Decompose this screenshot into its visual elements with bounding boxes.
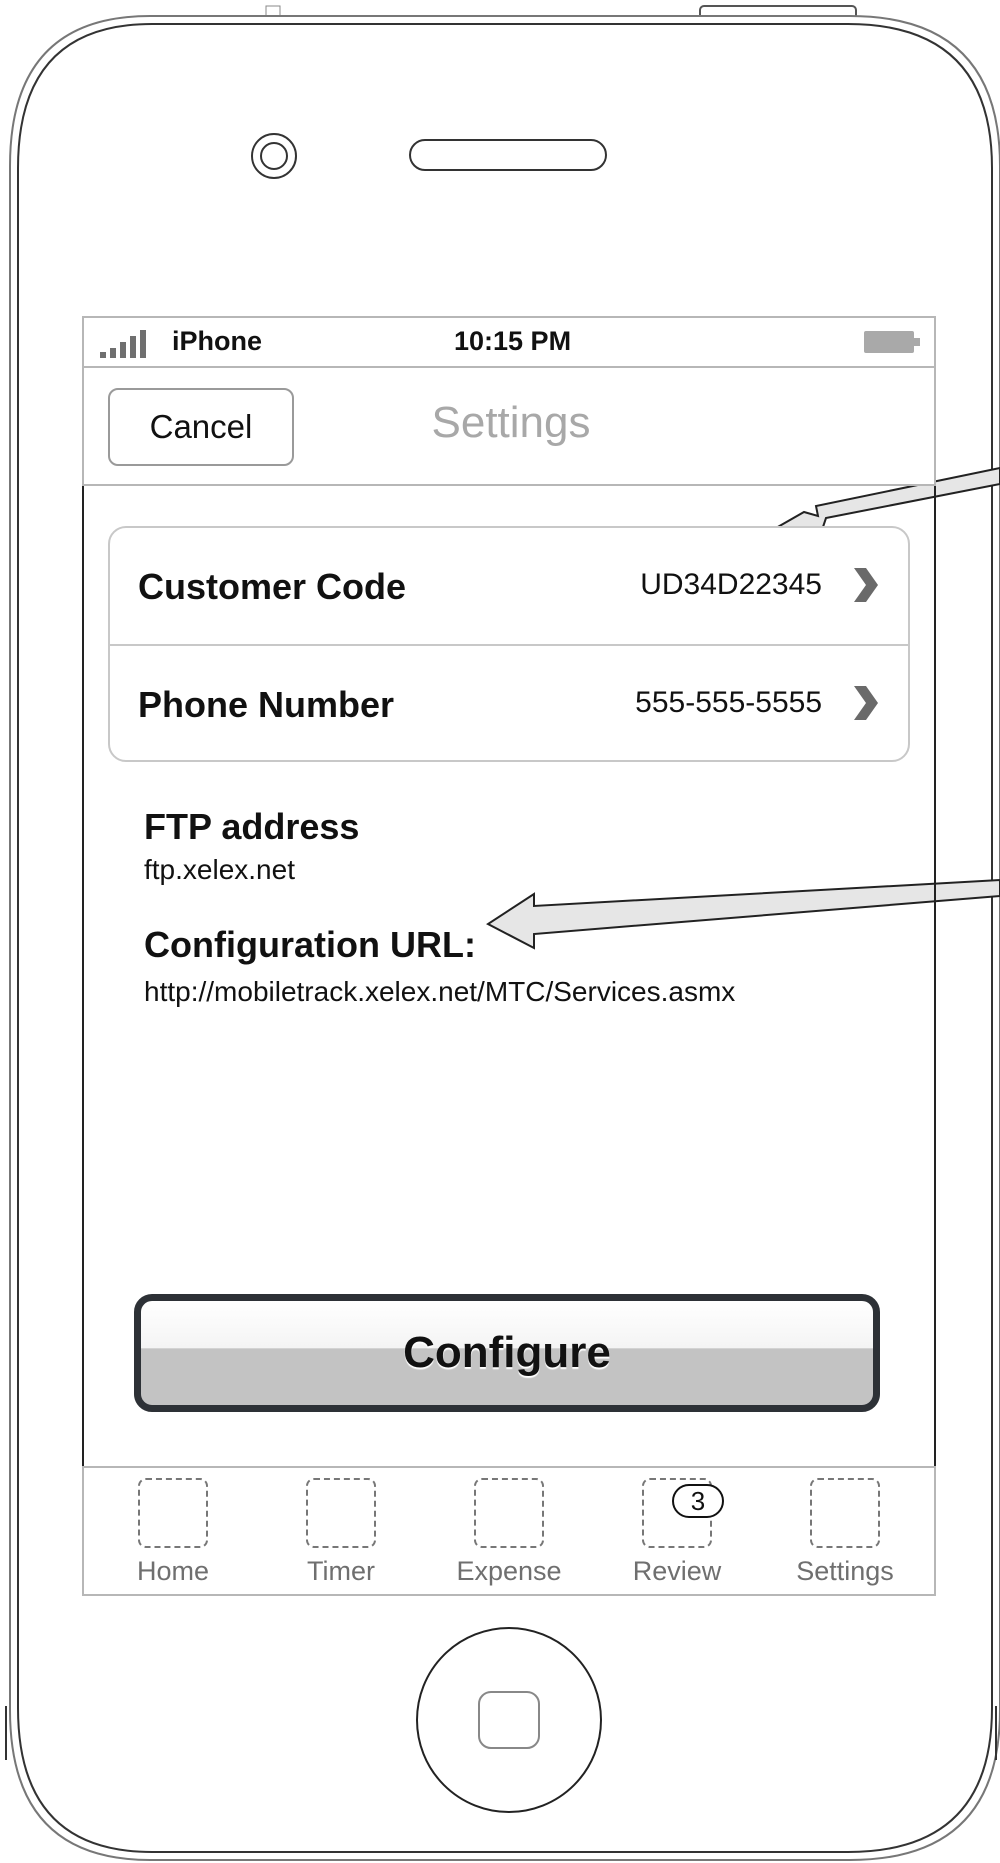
ftp-address-value: ftp.xelex.net — [144, 854, 295, 885]
navigation-bar: Cancel Settings — [82, 368, 936, 486]
row-label: Phone Number — [138, 684, 395, 725]
tab-label: Settings — [796, 1556, 894, 1586]
configuration-url-value: http://mobiletrack.xelex.net/MTC/Service… — [144, 976, 736, 1007]
review-badge: 3 — [672, 1484, 724, 1518]
tab-label: Review — [632, 1556, 722, 1586]
ftp-address-heading: FTP address — [144, 806, 360, 847]
carrier-name: iPhone — [172, 326, 263, 356]
chevron-right-icon — [854, 568, 878, 602]
speaker-grille — [409, 139, 607, 171]
tab-timer[interactable]: Timer — [252, 1468, 422, 1594]
tab-review[interactable]: 3 Review — [588, 1468, 758, 1594]
page-title: Settings — [431, 398, 591, 447]
configuration-url-heading: Configuration URL: — [144, 924, 476, 965]
status-time: 10:15 PM — [454, 326, 572, 356]
expense-tab-icon — [474, 1478, 544, 1548]
configure-button[interactable]: Configure — [134, 1294, 880, 1412]
tab-settings[interactable]: Settings — [756, 1468, 926, 1594]
home-tab-icon — [138, 1478, 208, 1548]
tab-home[interactable]: Home — [84, 1468, 254, 1594]
tab-expense[interactable]: Expense — [420, 1468, 590, 1594]
row-value: UD34D22345 — [640, 568, 822, 601]
signal-strength-icon — [100, 330, 156, 358]
timer-tab-icon — [306, 1478, 376, 1548]
battery-icon — [864, 331, 920, 353]
row-label: Customer Code — [138, 566, 407, 607]
table-row-phone-number[interactable]: Phone Number 555-555-5555 — [110, 644, 908, 762]
status-bar: iPhone 10:15 PM — [82, 316, 936, 368]
tab-label: Expense — [456, 1556, 562, 1586]
tab-label: Home — [136, 1556, 210, 1586]
chevron-right-icon — [854, 686, 878, 720]
home-square-icon — [478, 1691, 540, 1749]
tab-bar: Home Timer Expense 3 Review Settings — [82, 1466, 936, 1596]
tab-label: Timer — [307, 1556, 375, 1586]
settings-tab-icon — [810, 1478, 880, 1548]
settings-table: Customer Code UD34D22345 Phone Number 55… — [108, 526, 910, 762]
table-row-customer-code[interactable]: Customer Code UD34D22345 — [110, 528, 908, 644]
row-value: 555-555-5555 — [635, 686, 822, 719]
